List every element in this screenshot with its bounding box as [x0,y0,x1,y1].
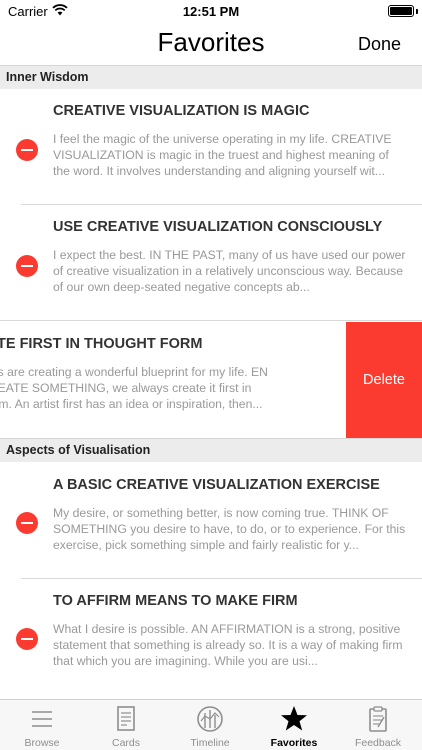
remove-favorite-button[interactable] [16,628,38,650]
done-button[interactable]: Done [358,34,401,55]
row-excerpt: I feel the magic of the universe operati… [53,132,392,178]
delete-button[interactable]: Delete [346,322,422,438]
tab-feedback[interactable]: Feedback [336,700,420,750]
remove-favorite-button[interactable] [16,512,38,534]
tab-label: Timeline [190,737,230,749]
clipboard-icon [369,706,387,732]
row-excerpt: thoughts are creating a wonderful bluepr… [0,365,268,411]
tab-label: Feedback [354,737,402,749]
battery-tip [416,9,418,14]
battery-icon [388,5,414,17]
list-item-swiped[interactable]: CREATE FIRST IN THOUGHT FORM thoughts ar… [0,322,422,438]
list-item[interactable]: USE CREATIVE VISUALIZATION CONSCIOUSLY I… [0,205,422,321]
delete-label: Delete [363,372,405,388]
row-excerpt: I expect the best. IN THE PAST, many of … [53,248,406,294]
tab-label: Favorites [270,737,318,749]
row-title: TO AFFIRM MEANS TO MAKE FIRM [53,593,298,609]
status-bar: Carrier 12:51 PM [0,0,422,22]
row-content: TO AFFIRM MEANS TO MAKE FIRM What I desi… [0,579,422,695]
tab-bar: Browse Cards Timeline Favorites Feedback [0,699,422,750]
row-title: USE CREATIVE VISUALIZATION CONSCIOUSLY [53,219,383,235]
remove-favorite-button[interactable] [16,139,38,161]
tab-cards[interactable]: Cards [84,700,168,750]
list-item[interactable]: TO AFFIRM MEANS TO MAKE FIRM What I desi… [0,579,422,695]
row-excerpt: What I desire is possible. AN AFFIRMATIO… [53,622,403,668]
star-icon [281,706,307,731]
tab-favorites[interactable]: Favorites [252,700,336,750]
tab-label: Browse [24,737,60,749]
tab-timeline[interactable]: Timeline [168,700,252,750]
list-item[interactable]: CREATIVE VISUALIZATION IS MAGIC I feel t… [0,89,422,205]
row-separator [0,320,422,321]
tab-browse[interactable]: Browse [0,700,84,750]
section-header-inner-wisdom: Inner Wisdom [0,65,422,89]
list-icon [32,711,52,727]
status-time: 12:51 PM [182,4,240,19]
row-title: CREATIVE VISUALIZATION IS MAGIC [53,103,310,119]
row-title: A BASIC CREATIVE VISUALIZATION EXERCISE [53,477,380,493]
timeline-icon [197,706,223,732]
row-content: USE CREATIVE VISUALIZATION CONSCIOUSLY I… [0,205,422,321]
section-header-label: Inner Wisdom [6,70,89,84]
row-content: CREATE FIRST IN THOUGHT FORM thoughts ar… [0,322,374,438]
list-item[interactable]: A BASIC CREATIVE VISUALIZATION EXERCISE … [0,463,422,579]
navigation-bar: Favorites Done [0,22,422,66]
section-header-label: Aspects of Visualisation [6,443,151,457]
row-title: CREATE FIRST IN THOUGHT FORM [0,336,203,352]
card-icon [117,706,135,731]
row-content: A BASIC CREATIVE VISUALIZATION EXERCISE … [0,463,422,579]
section-header-aspects: Aspects of Visualisation [0,438,422,462]
row-content: CREATIVE VISUALIZATION IS MAGIC I feel t… [0,89,422,205]
row-excerpt: My desire, or something better, is now c… [53,506,406,552]
remove-favorite-button[interactable] [16,255,38,277]
tab-label: Cards [111,737,140,749]
